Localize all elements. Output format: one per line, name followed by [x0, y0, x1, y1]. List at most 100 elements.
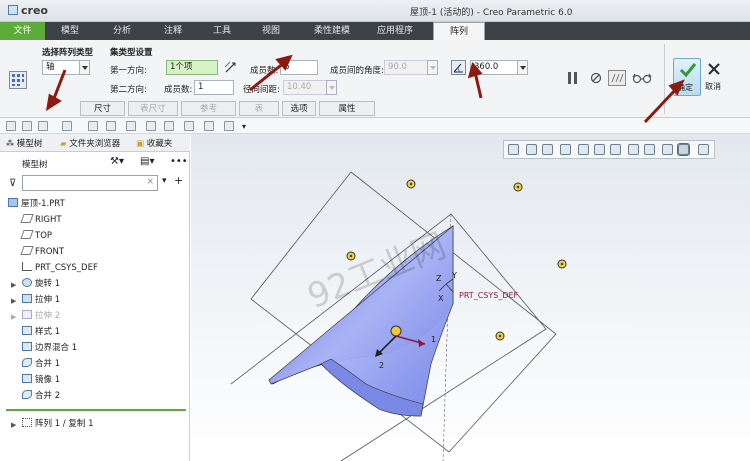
subtab-properties[interactable]: 属性 [319, 101, 375, 116]
tab-analysis[interactable]: 分析 [104, 22, 140, 40]
filter-icon[interactable] [164, 121, 174, 131]
tree-item-mirror[interactable]: 镜像 1 [22, 373, 60, 388]
insert-indicator [6, 409, 186, 411]
subtab-options[interactable]: 选项 [282, 101, 316, 116]
tree-item-right[interactable]: RIGHT [20, 213, 62, 228]
filter-icon[interactable]: ⊽ [9, 178, 16, 189]
tree-settings-icon[interactable]: ⚒▾ [110, 156, 124, 167]
verify-icon[interactable] [608, 70, 626, 86]
no-preview-icon[interactable] [590, 72, 602, 84]
regenerate-icon[interactable] [88, 121, 98, 131]
total-angle-dropdown[interactable] [517, 60, 528, 75]
tab-pattern[interactable]: 阵列 [433, 22, 485, 41]
tab-model[interactable]: 模型 [52, 22, 88, 40]
pattern-type-dropdown[interactable] [79, 60, 90, 75]
tab-folder-browser-label: 文件夹浏览器 [69, 139, 121, 149]
tree-item-revolve[interactable]: 旋转 1 [22, 277, 60, 292]
extrude-icon [22, 294, 32, 303]
subtab-table-dimensions[interactable]: 表尺寸 [128, 101, 178, 116]
new-icon[interactable] [6, 121, 16, 131]
tab-tools[interactable]: 工具 [204, 22, 240, 40]
flip-direction-icon[interactable] [224, 61, 237, 74]
tree-item-pattern[interactable]: 阵列 1 / 复制 1 [22, 417, 94, 432]
undo-icon[interactable] [38, 121, 48, 131]
tree-item-boundary-blend[interactable]: 边界混合 1 [22, 341, 77, 356]
expand-icon[interactable]: ▶ [11, 281, 16, 289]
tree-label: 合并 2 [35, 391, 61, 401]
add-icon[interactable]: + [174, 174, 183, 187]
expand-icon[interactable]: ▶ [11, 297, 16, 305]
first-direction-collector[interactable]: 1个项 [166, 60, 218, 75]
tree-item-extrude-2[interactable]: 拉伸 2 [22, 309, 60, 324]
redo-icon[interactable] [62, 121, 72, 131]
expand-icon[interactable]: ▶ [11, 421, 16, 429]
more-chevron-icon[interactable]: ▾ [242, 122, 246, 131]
tab-folder-browser[interactable]: ▰ 文件夹浏览器 [60, 137, 120, 149]
tree-item-part[interactable]: 屋顶-1.PRT [8, 197, 65, 212]
merge-icon [22, 390, 32, 399]
cancel-button[interactable]: 取消 [702, 58, 726, 96]
clear-search-icon[interactable]: × [146, 177, 154, 187]
subtab-dimensions[interactable]: 尺寸 [80, 101, 125, 116]
tab-view[interactable]: 视图 [253, 22, 289, 40]
first-direction-label: 第一方向: [110, 66, 147, 76]
ok-label: 确定 [677, 83, 693, 92]
member-angle-dropdown[interactable] [427, 60, 438, 75]
tree-item-style[interactable]: 样式 1 [22, 325, 60, 340]
pattern-type-label: 选择阵列类型 [42, 48, 94, 58]
tree-item-top[interactable]: TOP [20, 229, 52, 244]
datum-plane-icon [20, 214, 34, 223]
ok-button[interactable]: 确定 [673, 58, 701, 96]
tree-item-front[interactable]: FRONT [20, 245, 65, 260]
member-angle-input[interactable]: 90.0 [384, 60, 428, 75]
pause-icon[interactable] [566, 71, 580, 85]
radial-spacing-dropdown[interactable] [326, 80, 337, 95]
axis-z-label: Z [436, 274, 442, 283]
edit-icon[interactable] [204, 121, 214, 131]
boundary-blend-icon [22, 342, 32, 351]
tab-favorites[interactable]: ▣ 收藏夹 [136, 137, 172, 149]
search-dropdown-icon[interactable]: ▾ [162, 176, 167, 186]
axis-x-label: X [438, 294, 444, 303]
member-count2-input[interactable]: 1 [194, 80, 234, 95]
graphics-viewport[interactable]: Z Y X PRT_CSYS_DEF 1 2 92工业网 [191, 134, 750, 461]
window-icon[interactable] [106, 121, 116, 131]
ribbon-divider [664, 44, 665, 114]
tab-flexible-modeling[interactable]: 柔性建模 [307, 22, 357, 40]
tab-file[interactable]: 文件 [0, 22, 45, 40]
tree-search-input[interactable]: × [22, 175, 158, 191]
shape-icon[interactable] [184, 121, 194, 131]
member-count-input[interactable]: 6 [280, 60, 318, 75]
pattern-type-select[interactable]: 轴 [42, 60, 80, 75]
tab-annotate[interactable]: 注释 [155, 22, 191, 40]
tree-label: FRONT [35, 247, 65, 257]
glasses-preview-icon[interactable] [632, 71, 652, 85]
expand-icon[interactable]: ▶ [11, 313, 16, 321]
tree-item-extrude-1[interactable]: 拉伸 1 [22, 293, 60, 308]
tab-applications[interactable]: 应用程序 [370, 22, 420, 40]
tree-more-icon[interactable]: ••• [170, 156, 188, 167]
tree-label: 阵列 1 / 复制 1 [35, 419, 94, 429]
tree-label: 边界混合 1 [35, 343, 78, 353]
subtab-table[interactable]: 表 [239, 101, 279, 116]
tab-model-tree[interactable]: ⁂ 模型树 [6, 137, 42, 149]
save-icon[interactable] [22, 121, 32, 131]
pattern-icon [22, 418, 32, 427]
csys-icon [22, 262, 32, 271]
close-window-icon[interactable] [126, 121, 136, 131]
direction-1-label: 1 [431, 335, 436, 344]
radial-spacing-input[interactable]: 10.40 [283, 80, 327, 95]
total-angle-input[interactable]: 360.0 [470, 60, 518, 75]
tree-item-csys[interactable]: PRT_CSYS_DEF [22, 261, 98, 276]
tree-label: 拉伸 1 [35, 295, 61, 305]
tree-item-merge-1[interactable]: 合并 1 [22, 357, 60, 372]
tree-item-merge-2[interactable]: 合并 2 [22, 389, 60, 404]
extrude-icon [22, 310, 32, 319]
total-angle-icon[interactable] [451, 60, 466, 75]
direction-2-label: 2 [379, 361, 384, 370]
select-icon[interactable] [146, 121, 156, 131]
part-icon [8, 198, 18, 207]
subtab-references[interactable]: 参考 [181, 101, 236, 116]
tree-columns-icon[interactable]: ▤▾ [140, 156, 154, 167]
image-icon[interactable] [224, 121, 234, 131]
